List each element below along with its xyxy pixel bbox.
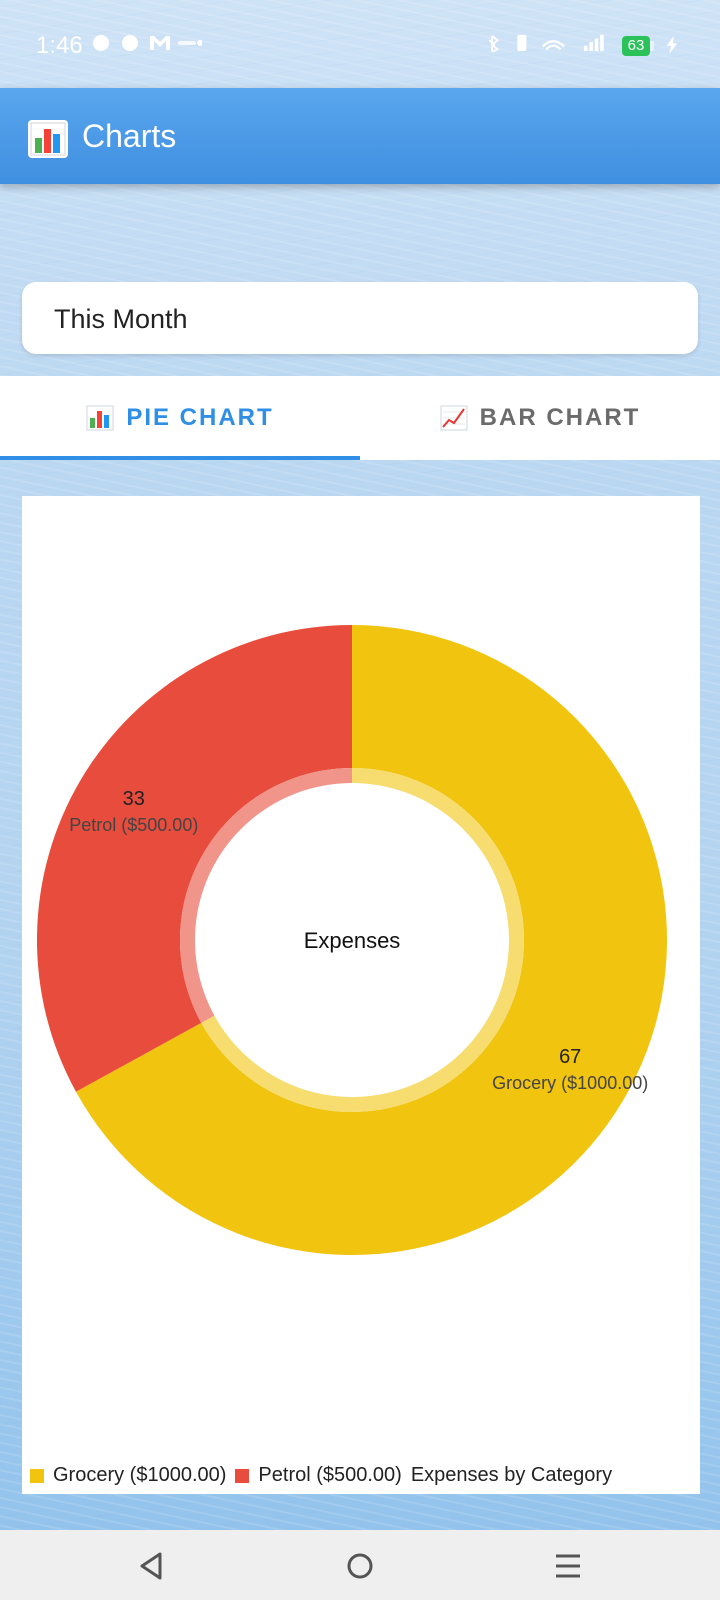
tab-bar-chart[interactable]: BAR CHART: [360, 376, 720, 460]
pie-category-label-0: Grocery ($1000.00): [492, 1073, 648, 1093]
bar-chart-icon: [86, 405, 114, 431]
menu-icon[interactable]: [548, 1548, 588, 1584]
battery-tip: [650, 41, 654, 51]
tab-pie-chart[interactable]: PIE CHART: [0, 376, 360, 460]
app-title: Charts: [82, 118, 177, 154]
period-selector[interactable]: This Month: [22, 282, 698, 354]
pie-category-label-1: Petrol ($500.00): [69, 815, 198, 835]
status-time: 1:46: [36, 32, 83, 59]
legend-label-petrol: Petrol ($500.00): [258, 1464, 402, 1486]
legend-item-petrol: Petrol ($500.00): [235, 1464, 402, 1487]
period-value: This Month: [54, 304, 188, 334]
app-bar: Charts: [0, 88, 720, 184]
system-nav-bar: [0, 1530, 720, 1600]
legend-item-grocery: Grocery ($1000.00): [30, 1464, 226, 1487]
donut-chart: 67 Grocery ($1000.00) 33 Petrol ($500.00) Ex…: [37, 625, 668, 1255]
bar-chart-icon: [28, 120, 68, 158]
chart-legend: Grocery ($1000.00) Petrol ($500.00) Expe…: [30, 1464, 612, 1487]
tab-pie-chart-label: PIE CHART: [126, 404, 274, 431]
donut-center-label: Expenses: [304, 928, 401, 953]
notification-icons: [93, 35, 202, 51]
home-icon[interactable]: [340, 1548, 380, 1584]
legend-swatch-grocery: [30, 1468, 44, 1483]
chart-card: 67 Grocery ($1000.00) 33 Petrol ($500.00) Ex…: [22, 496, 700, 1494]
legend-swatch-petrol: [235, 1468, 250, 1483]
status-bar: 1:46 63: [0, 0, 720, 88]
pie-slice-1[interactable]: [37, 625, 353, 1092]
charging-icon: [666, 36, 678, 54]
tab-bar-chart-label: BAR CHART: [479, 404, 641, 431]
pie-value-label-0: 67: [559, 1046, 581, 1068]
back-icon[interactable]: [132, 1548, 172, 1584]
system-status-icons: [488, 34, 604, 52]
pie-value-label-1: 33: [123, 788, 145, 810]
active-tab-indicator: [0, 456, 360, 460]
chart-description: Expenses by Category: [410, 1464, 613, 1486]
legend-label-grocery: Grocery ($1000.00): [53, 1464, 227, 1486]
chart-tabs: PIE CHART BAR CHART: [0, 376, 720, 460]
battery-icon: 63: [622, 36, 650, 56]
line-chart-icon: [440, 405, 468, 431]
